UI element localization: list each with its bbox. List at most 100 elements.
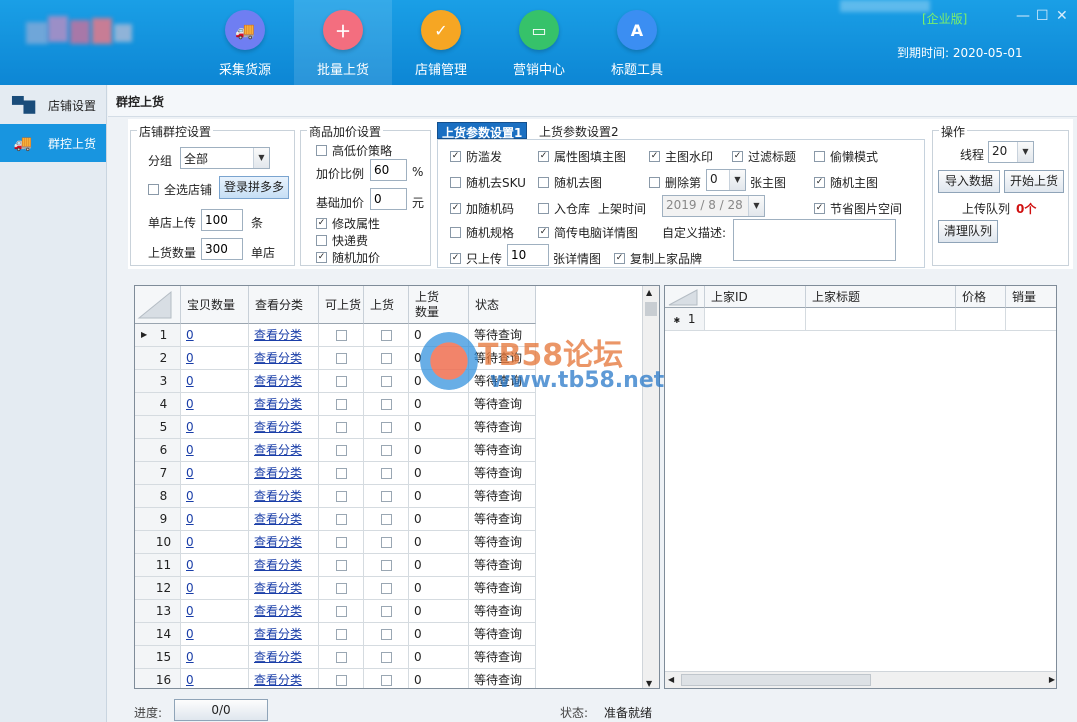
clear-queue-button[interactable]: 清理队列 [938,220,998,243]
qty-link[interactable]: 0 [186,351,194,365]
thread-select[interactable]: 20 ▼ [988,141,1034,163]
rand-main-checkbox[interactable]: 随机主图 [814,174,878,191]
upload-checkbox[interactable] [380,399,392,410]
cell-upload[interactable] [364,416,409,439]
can-upload-checkbox[interactable] [335,583,347,594]
qty-input[interactable] [201,238,243,260]
view-category-link[interactable]: 查看分类 [254,604,302,618]
cell-qty[interactable]: 0 [181,623,249,646]
view-category-link[interactable]: 查看分类 [254,581,302,595]
table-row[interactable]: 4 0 查看分类 0 等待查询 [135,393,536,416]
qty-link[interactable]: 0 [186,512,194,526]
cell-upload[interactable] [364,439,409,462]
cell-upload[interactable] [364,577,409,600]
cell-category[interactable]: 查看分类 [249,508,319,531]
view-category-link[interactable]: 查看分类 [254,489,302,503]
tab-params-1[interactable]: 上货参数设置1 [437,122,528,140]
view-category-link[interactable]: 查看分类 [254,397,302,411]
nav-item-1[interactable]: ＋ 批量上货 [294,0,392,85]
col-header-qty[interactable]: 宝贝数量 [181,286,249,324]
cell-qty[interactable]: 0 [181,324,249,347]
login-pdd-button[interactable]: 登录拼多多 [219,176,289,199]
cell-upload[interactable] [364,324,409,347]
cell-can-upload[interactable] [319,646,364,669]
start-upload-button[interactable]: 开始上货 [1004,170,1064,193]
cell-category[interactable]: 查看分类 [249,347,319,370]
cell-can-upload[interactable] [319,600,364,623]
scroll-down-icon[interactable]: ▼ [646,679,652,688]
can-upload-checkbox[interactable] [335,675,347,686]
sidebar-item-store-settings[interactable]: ▀▆ 店铺设置 [0,86,106,124]
cell-can-upload[interactable] [319,577,364,600]
qty-link[interactable]: 0 [186,466,194,480]
cell-can-upload[interactable] [319,554,364,577]
shipping-checkbox[interactable]: 快递费 [316,232,368,249]
qty-link[interactable]: 0 [186,328,194,342]
upload-checkbox[interactable] [380,652,392,663]
qty-link[interactable]: 0 [186,489,194,503]
view-category-link[interactable]: 查看分类 [254,627,302,641]
delete-main-checkbox[interactable]: 删除第 [649,174,701,191]
rand-sku-checkbox[interactable]: 随机去SKU [450,174,526,191]
upload-checkbox[interactable] [380,537,392,548]
upload-checkbox[interactable] [380,445,392,456]
cell-category[interactable]: 查看分类 [249,531,319,554]
attr-fill-checkbox[interactable]: 属性图填主图 [538,148,626,165]
cell-can-upload[interactable] [319,393,364,416]
cell-category[interactable]: 查看分类 [249,646,319,669]
upload-checkbox[interactable] [380,468,392,479]
upload-checkbox[interactable] [380,606,392,617]
upload-checkbox[interactable] [380,629,392,640]
cell-category[interactable]: 查看分类 [249,370,319,393]
base-input[interactable] [370,188,407,210]
qty-link[interactable]: 0 [186,581,194,595]
qty-link[interactable]: 0 [186,558,194,572]
cell-qty[interactable]: 0 [181,393,249,416]
scroll-thumb[interactable] [681,674,871,686]
cell-upload[interactable] [364,554,409,577]
view-category-link[interactable]: 查看分类 [254,328,302,342]
table-row[interactable]: 15 0 查看分类 0 等待查询 [135,646,536,669]
cell-upload[interactable] [364,462,409,485]
view-category-link[interactable]: 查看分类 [254,535,302,549]
cell-upload[interactable] [364,347,409,370]
can-upload-checkbox[interactable] [335,652,347,663]
cell-source-title[interactable] [806,308,956,331]
grid-corner[interactable] [135,286,181,324]
cell-upload[interactable] [364,623,409,646]
table-row[interactable]: 5 0 查看分类 0 等待查询 [135,416,536,439]
view-category-link[interactable]: 查看分类 [254,512,302,526]
scroll-thumb[interactable] [645,302,657,316]
cell-can-upload[interactable] [319,324,364,347]
qty-link[interactable]: 0 [186,397,194,411]
cell-qty[interactable]: 0 [181,416,249,439]
cell-can-upload[interactable] [319,347,364,370]
col-header-upload-qty[interactable]: 上货 数量 [409,286,469,324]
random-price-checkbox[interactable]: 随机加价 [316,249,380,266]
col-header-upload[interactable]: 上货 [364,286,409,324]
col-header-source-title[interactable]: 上家标题 [806,286,956,308]
upload-checkbox[interactable] [380,353,392,364]
cell-qty[interactable]: 0 [181,646,249,669]
cell-upload[interactable] [364,646,409,669]
cell-sales[interactable] [1006,308,1056,331]
can-upload-checkbox[interactable] [335,468,347,479]
view-category-link[interactable]: 查看分类 [254,374,302,388]
can-upload-checkbox[interactable] [335,445,347,456]
qty-link[interactable]: 0 [186,420,194,434]
table-row[interactable]: 13 0 查看分类 0 等待查询 [135,600,536,623]
col-header-category[interactable]: 查看分类 [249,286,319,324]
upload-checkbox[interactable] [380,560,392,571]
can-upload-checkbox[interactable] [335,330,347,341]
cell-category[interactable]: 查看分类 [249,324,319,347]
cell-source-id[interactable] [705,308,806,331]
group-select[interactable]: 全部 ▼ [180,147,270,169]
filter-title-checkbox[interactable]: 过滤标题 [732,148,796,165]
col-header-source-id[interactable]: 上家ID [705,286,806,308]
table-row[interactable]: 8 0 查看分类 0 等待查询 [135,485,536,508]
only-upload-input[interactable] [507,244,549,266]
watermark-checkbox[interactable]: 主图水印 [649,148,713,165]
table-row[interactable]: 12 0 查看分类 0 等待查询 [135,577,536,600]
can-upload-checkbox[interactable] [335,422,347,433]
shelf-time-picker[interactable]: 2019 / 8 / 28 ▼ [662,195,765,217]
